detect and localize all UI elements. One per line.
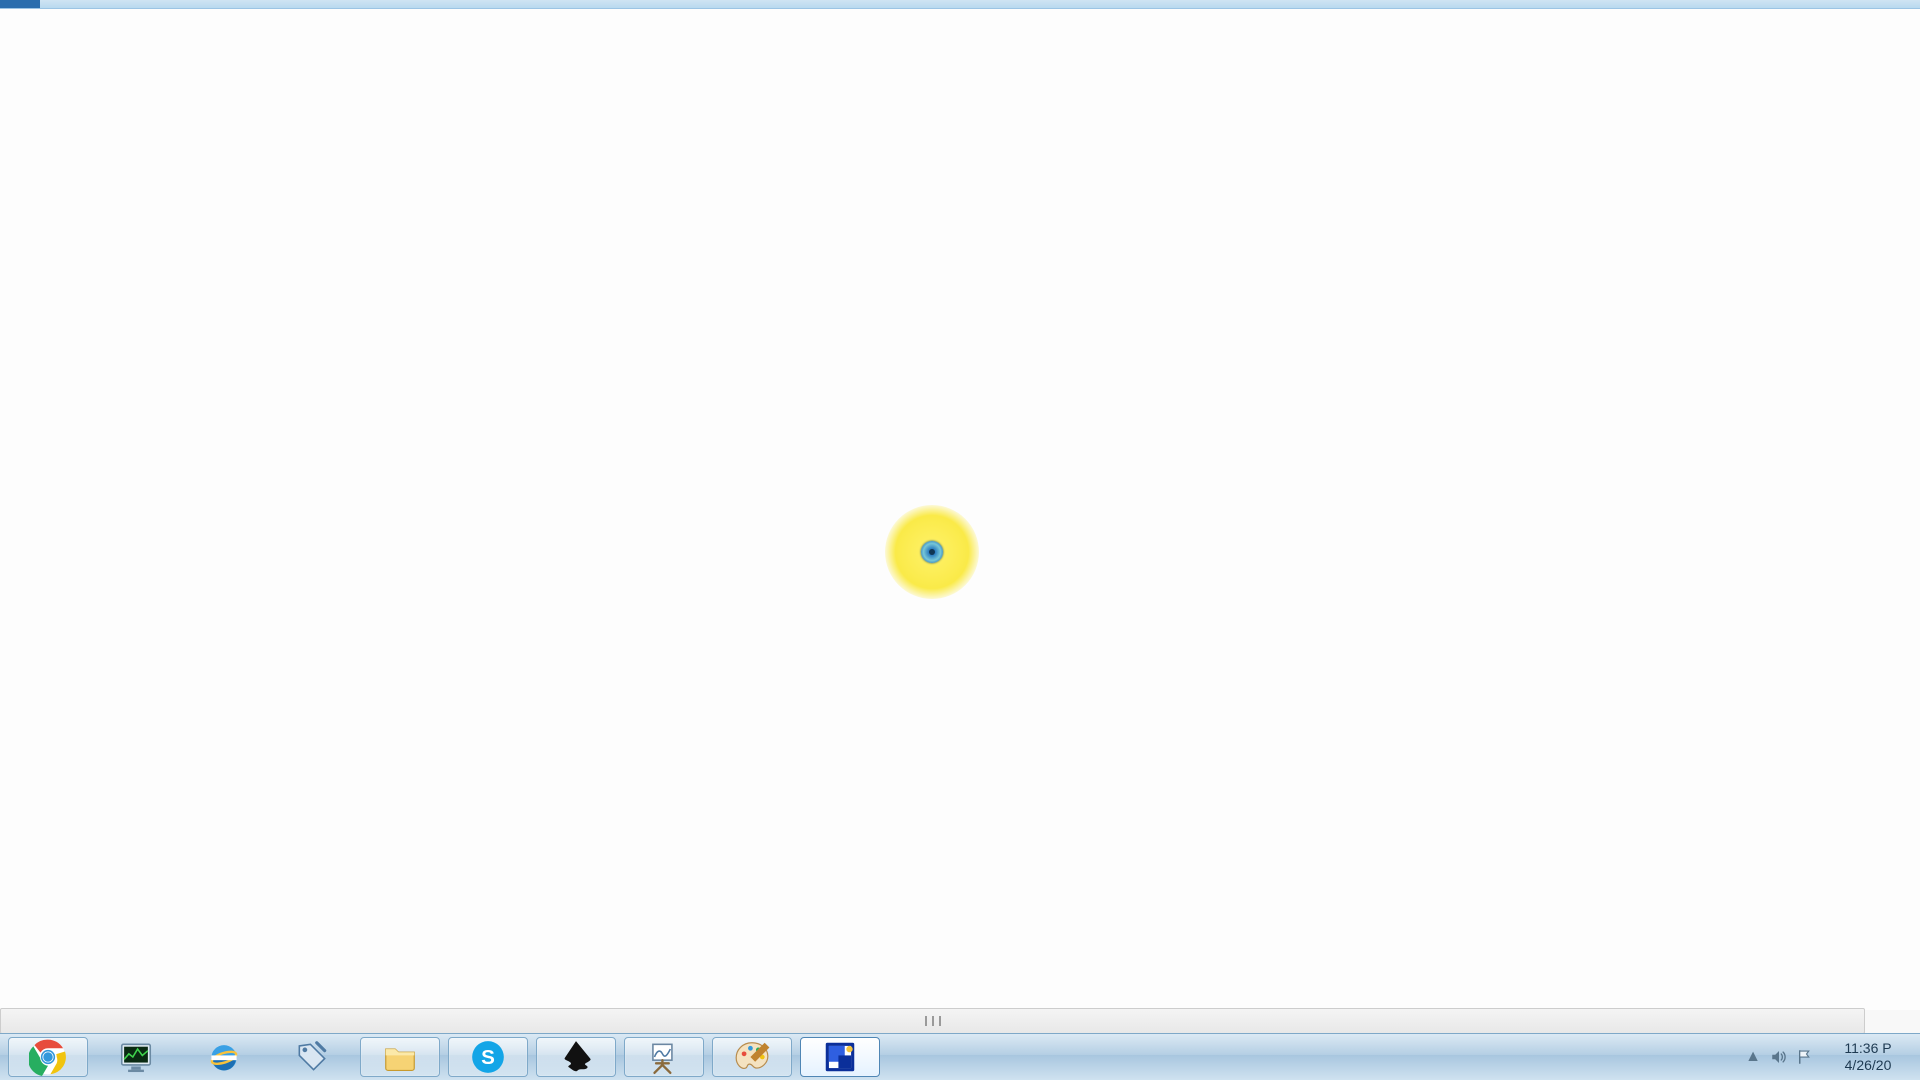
volume-button[interactable] — [1766, 1034, 1792, 1080]
monitor-icon — [117, 1038, 155, 1076]
taskbar-clock[interactable]: 11:36 P 4/26/20 — [1818, 1040, 1918, 1074]
chevron-up-icon: ▲ — [1745, 1048, 1761, 1066]
palette-icon — [733, 1038, 771, 1076]
taskbar-item-easel[interactable] — [624, 1037, 704, 1077]
taskbar-item-ie[interactable] — [184, 1037, 264, 1077]
taskbar-item-chrome[interactable] — [8, 1037, 88, 1077]
clock-date: 4/26/20 — [1845, 1057, 1892, 1074]
taskbar-item-tag-tool[interactable] — [272, 1037, 352, 1077]
inkscape-icon — [557, 1038, 595, 1076]
taskbar-item-capture[interactable] — [800, 1037, 880, 1077]
tag-icon — [293, 1038, 331, 1076]
show-hidden-icons-button[interactable]: ▲ — [1740, 1034, 1766, 1080]
svg-text:S: S — [481, 1046, 495, 1069]
scrollbar-grip-icon — [925, 1016, 941, 1026]
easel-icon — [645, 1038, 683, 1076]
flag-icon — [1796, 1048, 1814, 1066]
client-area — [0, 9, 1920, 1010]
chrome-icon — [29, 1038, 67, 1076]
taskbar: S — [0, 1033, 1920, 1080]
action-center-button[interactable] — [1792, 1034, 1818, 1080]
taskbar-item-explorer[interactable] — [360, 1037, 440, 1077]
horizontal-scrollbar[interactable] — [0, 1008, 1865, 1034]
taskbar-item-paint[interactable] — [712, 1037, 792, 1077]
taskbar-items: S — [0, 1034, 884, 1080]
skype-icon: S — [469, 1038, 507, 1076]
capture-icon — [821, 1038, 859, 1076]
window-title-strip — [0, 0, 1920, 9]
folder-icon — [381, 1038, 419, 1076]
taskbar-item-inkscape[interactable] — [536, 1037, 616, 1077]
clock-time: 11:36 P — [1844, 1040, 1891, 1057]
speaker-icon — [1770, 1048, 1788, 1066]
taskbar-item-skype[interactable]: S — [448, 1037, 528, 1077]
ie-icon — [205, 1038, 243, 1076]
system-tray: ▲ 11:36 P 4/26/20 — [1740, 1034, 1920, 1080]
taskbar-item-resource-monitor[interactable] — [96, 1037, 176, 1077]
title-strip-highlight — [0, 0, 40, 8]
